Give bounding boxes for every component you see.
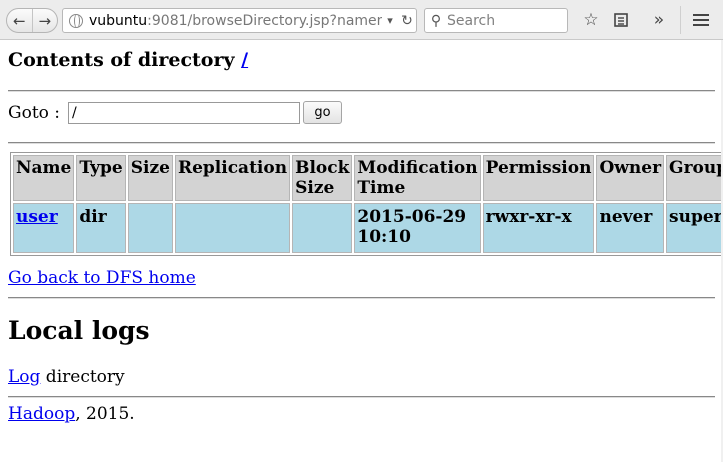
root-directory-link[interactable]: / bbox=[241, 49, 248, 71]
globe-icon bbox=[69, 13, 83, 28]
local-logs-heading: Local logs bbox=[8, 316, 150, 345]
search-icon: ⚲ bbox=[430, 12, 442, 29]
divider bbox=[8, 142, 715, 144]
log-suffix: directory bbox=[40, 367, 125, 387]
search-input[interactable] bbox=[447, 12, 557, 29]
back-arrow-icon[interactable]: ← bbox=[7, 9, 32, 32]
forward-arrow-icon[interactable]: → bbox=[31, 9, 58, 32]
url-bar[interactable]: vubuntu:9081/browseDirectory.jsp?nameno … bbox=[62, 8, 417, 33]
url-text[interactable]: vubuntu:9081/browseDirectory.jsp?nameno bbox=[89, 13, 382, 29]
browser-toolbar: ← → vubuntu:9081/browseDirectory.jsp?nam… bbox=[0, 0, 723, 40]
browser-window: ← → vubuntu:9081/browseDirectory.jsp?nam… bbox=[0, 0, 723, 462]
cell-modification-time: 2015-06-29 10:10 bbox=[354, 203, 481, 253]
table-row: user dir 2015-06-29 10:10 rwxr-xr-x neve… bbox=[13, 203, 723, 253]
hadoop-link[interactable]: Hadoop bbox=[8, 404, 75, 424]
bookmark-star-icon[interactable]: ☆ bbox=[580, 9, 602, 31]
column-header-owner: Owner bbox=[596, 155, 665, 201]
divider bbox=[8, 396, 715, 398]
column-header-replication: Replication bbox=[174, 155, 291, 201]
table-header-row: Name Type Size Replication Block Size Mo… bbox=[13, 155, 723, 201]
footer-suffix: , 2015. bbox=[75, 404, 135, 424]
cell-permission: rwxr-xr-x bbox=[482, 203, 595, 253]
goto-label: Goto : bbox=[8, 102, 61, 123]
cell-owner: never bbox=[596, 203, 665, 253]
cell-replication bbox=[174, 203, 291, 253]
column-header-size: Size bbox=[127, 155, 173, 201]
reading-list-icon[interactable] bbox=[610, 9, 632, 31]
divider bbox=[8, 297, 715, 299]
toolbar-separator bbox=[680, 6, 681, 34]
search-box[interactable]: ⚲ bbox=[424, 8, 568, 33]
column-header-group: Group bbox=[666, 155, 723, 201]
page-title: Contents of directory / bbox=[8, 48, 723, 80]
cell-size bbox=[127, 203, 173, 253]
page-content: Contents of directory / bbox=[8, 40, 723, 80]
column-header-permission: Permission bbox=[482, 155, 595, 201]
column-header-name: Name bbox=[13, 155, 75, 201]
column-header-modification-time: Modification Time bbox=[354, 155, 481, 201]
log-line: Log directory bbox=[8, 367, 125, 387]
url-path: :9081/browseDirectory.jsp?nameno bbox=[147, 12, 382, 29]
url-host: vubuntu bbox=[89, 12, 148, 29]
menu-hamburger-icon[interactable] bbox=[690, 9, 712, 31]
column-header-type: Type bbox=[76, 155, 126, 201]
nav-buttons: ← → bbox=[6, 8, 58, 33]
chevron-down-icon[interactable]: ▾ bbox=[382, 14, 398, 27]
reload-icon[interactable]: ↻ bbox=[398, 13, 416, 29]
cell-type: dir bbox=[76, 203, 126, 253]
page-title-text: Contents of directory bbox=[8, 49, 235, 71]
column-header-block-size: Block Size bbox=[292, 155, 353, 201]
user-directory-link[interactable]: user bbox=[16, 207, 58, 227]
cell-group: supergroup bbox=[666, 203, 723, 253]
goto-form: Goto : go bbox=[8, 101, 343, 124]
go-button[interactable]: go bbox=[303, 101, 343, 124]
directory-table: Name Type Size Replication Block Size Mo… bbox=[10, 152, 723, 256]
log-link[interactable]: Log bbox=[8, 367, 40, 387]
goto-input[interactable] bbox=[68, 101, 301, 124]
cell-name: user bbox=[13, 203, 75, 253]
overflow-chevron-icon[interactable]: » bbox=[648, 9, 670, 31]
footer: Hadoop, 2015. bbox=[8, 404, 135, 424]
divider bbox=[8, 90, 715, 92]
dfs-home-link[interactable]: Go back to DFS home bbox=[8, 268, 196, 288]
cell-block-size bbox=[292, 203, 353, 253]
